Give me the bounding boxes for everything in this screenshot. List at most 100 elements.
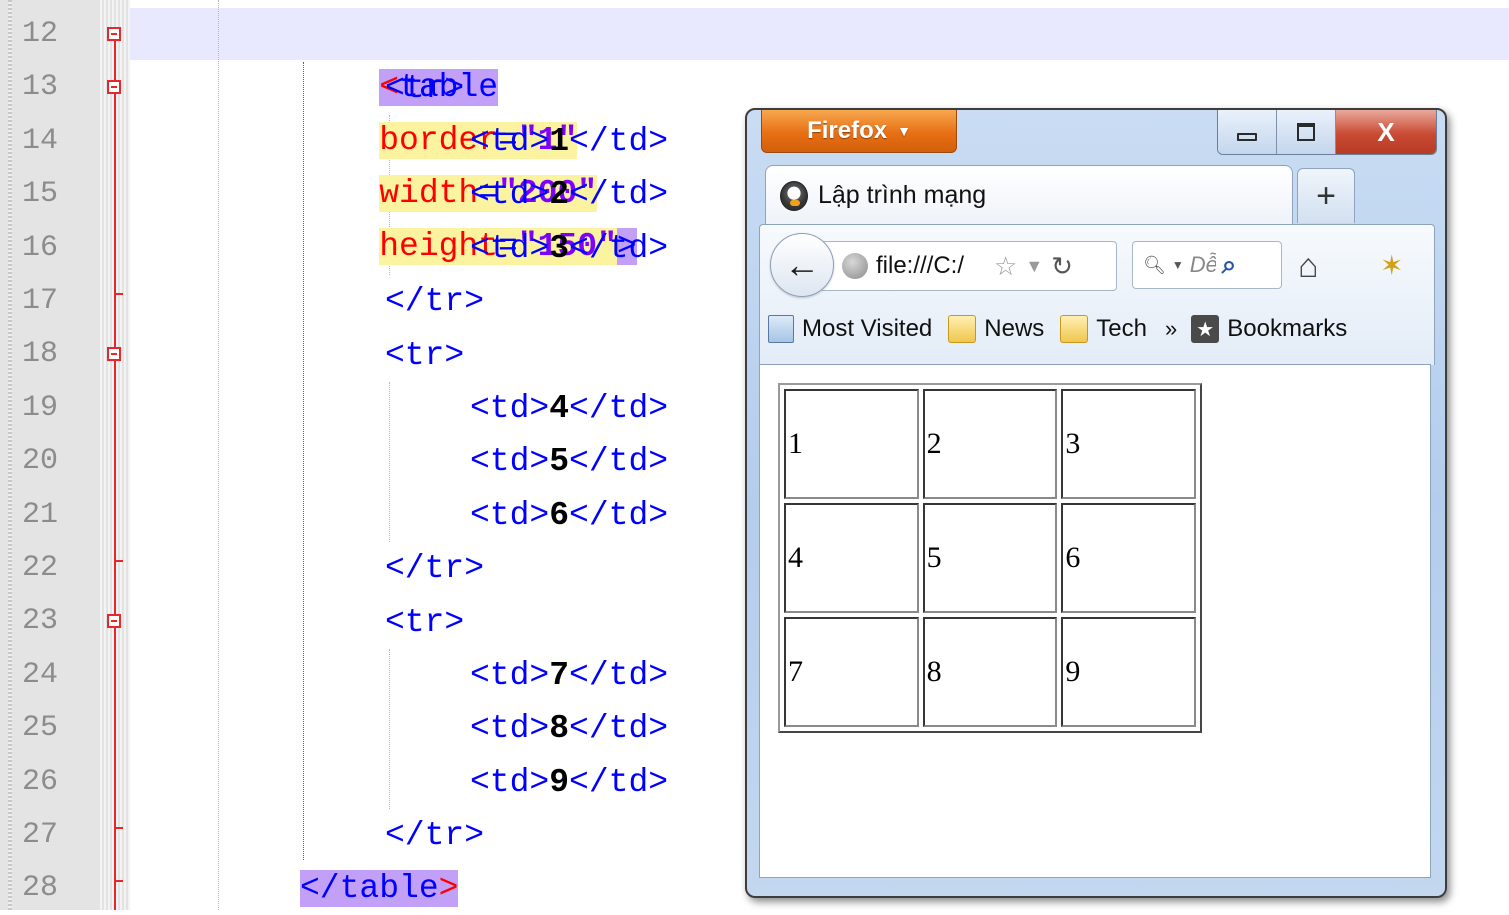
rendered-table: 1 2 3 4 5 6 7 8 9	[778, 383, 1202, 733]
addon-icon[interactable]: ✶	[1380, 249, 1403, 282]
fold-collapse-icon[interactable]	[107, 27, 121, 41]
firefox-window[interactable]: Firefox ▼ X Lập trình mạng + file:///C:/…	[745, 108, 1447, 898]
line-number: 28	[22, 871, 59, 906]
line-number: 21	[22, 497, 59, 532]
bookmark-tech[interactable]: Tech	[1060, 315, 1147, 343]
table-row: 7 8 9	[784, 617, 1196, 727]
table-cell: 7	[784, 617, 919, 727]
table-cell: 2	[922, 389, 1058, 499]
table-row: 1 2 3	[784, 389, 1196, 499]
search-engine-icon[interactable]: 🔍︎	[1143, 255, 1166, 276]
line-number: 16	[22, 230, 59, 265]
code-line: <td>1</td>	[470, 123, 669, 160]
maximize-icon	[1297, 123, 1315, 141]
window-controls: X	[1217, 110, 1437, 155]
fold-collapse-icon[interactable]	[107, 80, 121, 94]
penguin-favicon-icon	[780, 180, 808, 211]
table-row: 4 5 6	[784, 503, 1196, 613]
back-arrow-icon: ←	[784, 244, 820, 285]
browser-tab[interactable]: Lập trình mạng	[765, 165, 1293, 225]
search-input[interactable]: Dễ	[1190, 252, 1216, 278]
line-number: 24	[22, 657, 59, 692]
page-content: 1 2 3 4 5 6 7 8 9	[759, 364, 1431, 878]
bookmarks-overflow-chevron[interactable]: »	[1165, 316, 1177, 342]
navigation-toolbar: file:///C:/ ☆ ▼ ↻ ← 🔍︎ ▼ Dễ ⌕ ⌂ ✶ Most V…	[759, 224, 1435, 365]
search-engine-dropdown-icon[interactable]: ▼	[1172, 258, 1184, 272]
url-dropdown-icon[interactable]: ▼	[1025, 256, 1043, 277]
code-line: <td>3</td>	[470, 230, 669, 267]
url-text[interactable]: file:///C:/	[876, 252, 986, 280]
line-number: 27	[22, 818, 59, 852]
line-number: 20	[22, 444, 59, 479]
bookmark-news[interactable]: News	[948, 315, 1044, 343]
bookmarks-menu-button[interactable]: ★ Bookmarks	[1191, 315, 1347, 343]
code-line: </tr>	[385, 283, 485, 320]
url-bar[interactable]: file:///C:/ ☆ ▼ ↻	[822, 241, 1117, 291]
minimize-icon	[1237, 133, 1257, 141]
table-cell: 4	[784, 503, 919, 613]
close-button[interactable]: X	[1336, 110, 1436, 154]
globe-icon	[842, 253, 868, 279]
fold-collapse-icon[interactable]	[107, 347, 121, 361]
line-number: 15	[22, 177, 59, 212]
code-line: <tr>	[385, 70, 465, 107]
maximize-button[interactable]	[1277, 110, 1336, 154]
search-bar[interactable]: 🔍︎ ▼ Dễ ⌕	[1132, 241, 1282, 289]
tab-title: Lập trình mạng	[818, 181, 987, 209]
code-line: <td>2</td>	[470, 176, 669, 213]
code-line: </tr>	[385, 817, 485, 854]
bookmarks-toolbar: Most Visited News Tech » ★ Bookmarks	[760, 301, 1434, 357]
gutter-stripe	[8, 0, 12, 910]
bookmark-label: Bookmarks	[1227, 315, 1348, 342]
fold-end-marker	[114, 293, 123, 295]
line-number: 23	[22, 604, 59, 639]
line-number: 19	[22, 390, 59, 425]
folder-icon	[1060, 315, 1089, 343]
fold-line	[114, 34, 116, 910]
bookmark-most-visited[interactable]: Most Visited	[768, 315, 932, 343]
line-number: 22	[22, 551, 59, 585]
code-line: <td>8</td>	[470, 710, 669, 747]
close-icon: X	[1377, 116, 1395, 147]
code-line: <td>4</td>	[470, 390, 669, 427]
line-number: 14	[22, 123, 59, 158]
home-icon[interactable]: ⌂	[1298, 247, 1319, 286]
table-cell: 6	[1061, 503, 1196, 613]
code-line: <tr>	[385, 604, 465, 641]
fold-collapse-icon[interactable]	[107, 614, 121, 628]
table-cell: 5	[922, 503, 1058, 613]
folder-icon	[948, 315, 977, 343]
line-number: 26	[22, 764, 59, 799]
line-number: 25	[22, 711, 59, 746]
minimize-button[interactable]	[1218, 110, 1277, 154]
line-number: 17	[22, 284, 59, 318]
table-cell: 3	[1061, 389, 1196, 499]
plus-icon: +	[1316, 176, 1336, 215]
dropdown-icon: ▼	[897, 123, 911, 139]
bookmark-label: News	[984, 315, 1045, 342]
table-cell: 9	[1061, 617, 1196, 727]
code-line-table-close: </table>	[300, 870, 459, 907]
code-line: </tr>	[385, 550, 485, 587]
fold-end-marker	[114, 880, 123, 882]
fold-end-marker	[114, 827, 123, 829]
star-icon[interactable]: ☆	[994, 251, 1017, 282]
indent-guide	[218, 0, 219, 910]
indent-guide	[389, 382, 390, 542]
table-cell: 1	[784, 389, 919, 499]
line-number: 13	[22, 70, 59, 105]
new-tab-button[interactable]: +	[1297, 168, 1355, 223]
code-line: <td>7</td>	[470, 657, 669, 694]
search-icon[interactable]: ⌕	[1222, 249, 1237, 281]
back-button[interactable]: ←	[770, 233, 834, 297]
code-line: <tr>	[385, 337, 465, 374]
firefox-menu-button[interactable]: Firefox ▼	[761, 110, 957, 153]
firefox-menu-label: Firefox	[807, 117, 888, 144]
bookmark-label: Most Visited	[802, 315, 933, 342]
table-cell: 8	[922, 617, 1058, 727]
code-line: <td>5</td>	[470, 443, 669, 480]
most-visited-icon	[768, 315, 794, 343]
code-line: <td>9</td>	[470, 764, 669, 801]
code-line: <td>6</td>	[470, 497, 669, 534]
reload-icon[interactable]: ↻	[1051, 251, 1073, 282]
